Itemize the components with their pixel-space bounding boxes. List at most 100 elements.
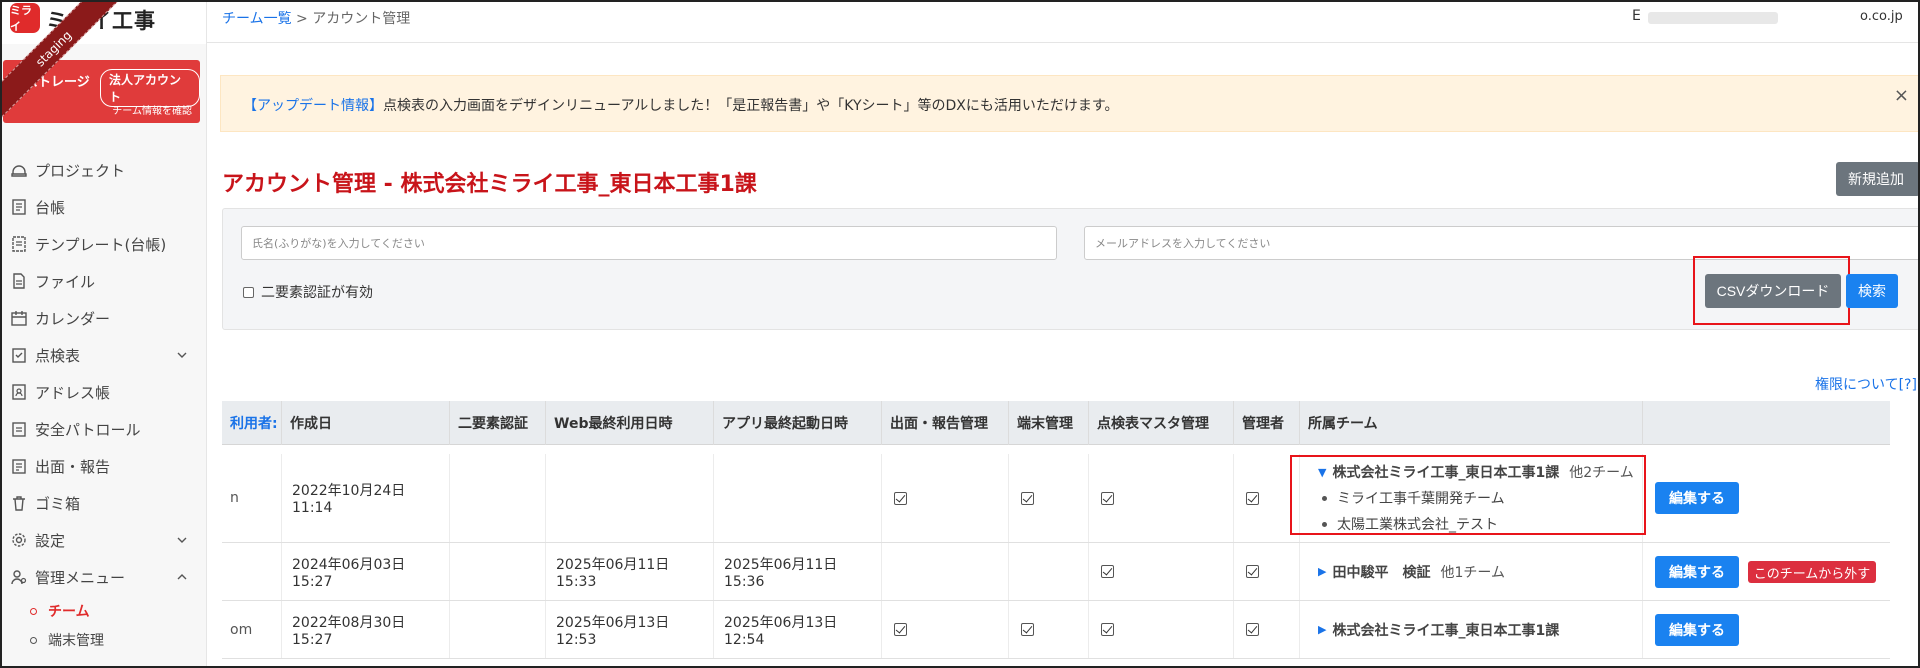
table-header-row: 利用者: 作成日 二要素認証 Web最終利用日時 アプリ最終起動日時 出面・報告…: [222, 401, 1890, 445]
sidebar-item-label: 出面・報告: [35, 457, 111, 476]
sidebar-item-checklist[interactable]: 点検表: [0, 340, 206, 370]
breadcrumb-team-list-link[interactable]: チーム一覧: [222, 11, 292, 27]
breadcrumb-current: アカウント管理: [312, 11, 411, 27]
team-main-name: 株式会社ミライ工事_東日本工事1課: [1332, 622, 1560, 639]
web-last-cell: 2025年06月11日 15:33: [546, 543, 714, 600]
add-new-button[interactable]: 新規追加: [1836, 162, 1920, 196]
app-logo-icon: ミライ: [10, 3, 40, 33]
file-icon: [13, 273, 25, 289]
sidebar-item-label: ファイル: [35, 272, 96, 291]
checked-icon: [1101, 491, 1114, 505]
edit-button[interactable]: 編集する: [1655, 614, 1739, 646]
sidebar-subitem-device-management[interactable]: 端末管理: [0, 627, 206, 653]
user-cell: om: [222, 601, 282, 658]
email-search-input[interactable]: メールアドレスを入力してください: [1084, 226, 1920, 260]
checked-icon: [1021, 491, 1034, 505]
sidebar-item-trash[interactable]: ゴミ箱: [0, 488, 206, 518]
sidebar-subitem-label: チーム: [48, 604, 90, 620]
column-header-created: 作成日: [282, 401, 450, 445]
twofa-filter-checkbox[interactable]: 二要素認証が有効: [243, 282, 373, 302]
column-header-web-last: Web最終利用日時: [546, 401, 714, 445]
column-header-device-mgmt: 端末管理: [1009, 401, 1089, 445]
sidebar-subitem-label: 端末管理: [48, 633, 104, 649]
checked-icon: [894, 491, 907, 505]
team-info-link[interactable]: チーム情報を確認: [112, 102, 192, 117]
address-book-icon: [12, 384, 26, 400]
chevron-down-icon[interactable]: [175, 533, 189, 547]
created-cell: 2024年06月03日 15:27: [282, 543, 450, 600]
sidebar-item-label: カレンダー: [35, 309, 111, 328]
twofa-cell: [450, 601, 546, 658]
checklist-master-cell: [1089, 601, 1234, 658]
sidebar-item-admin-menu[interactable]: 管理メニュー: [0, 562, 206, 592]
calendar-icon: [11, 311, 27, 326]
column-header-admin: 管理者: [1234, 401, 1300, 445]
permissions-help-link[interactable]: 権限について[?]: [1815, 374, 1917, 394]
report-mgmt-cell: [882, 601, 1009, 658]
device-mgmt-cell: [1009, 601, 1089, 658]
safety-patrol-icon: [12, 422, 26, 437]
caret-right-icon: ▶: [1318, 565, 1327, 578]
sidebar-item-report[interactable]: 出面・報告: [0, 451, 206, 481]
actions-cell: 編集する このチームから外す: [1643, 543, 1890, 600]
breadcrumb: チーム一覧 > アカウント管理: [222, 8, 410, 28]
sidebar-item-label: 管理メニュー: [35, 568, 126, 587]
sidebar-item-project[interactable]: プロジェクト: [0, 155, 206, 185]
bullet-icon: [30, 636, 37, 644]
app-last-cell: 2025年06月13日 12:54: [714, 601, 882, 658]
sidebar-subitem-team[interactable]: チーム: [0, 598, 206, 624]
app-last-cell: [714, 454, 882, 542]
edit-button[interactable]: 編集する: [1655, 482, 1739, 514]
csv-download-button[interactable]: CSVダウンロード: [1705, 274, 1841, 308]
sidebar-item-label: 設定: [35, 531, 66, 550]
report-mgmt-cell: [882, 454, 1009, 542]
chevron-up-icon[interactable]: [175, 570, 189, 584]
checked-icon: [894, 623, 907, 636]
remove-from-team-button[interactable]: このチームから外す: [1748, 561, 1876, 583]
trash-icon: [13, 496, 25, 511]
sidebar: ミライ ミライ工事 staging ストレージ 法人アカウント チーム情報を確認…: [0, 0, 207, 668]
checked-icon: [1101, 565, 1114, 578]
header-user-menu[interactable]: o.co.jp: [1860, 9, 1903, 24]
gear-icon: [12, 533, 26, 547]
sidebar-item-file[interactable]: ファイル: [0, 266, 206, 296]
twofa-cell: [450, 454, 546, 542]
team-toggle[interactable]: ▶ 株式会社ミライ工事_東日本工事1課: [1318, 620, 1569, 640]
sidebar-item-ledger[interactable]: 台帳: [0, 192, 206, 222]
update-alert: 【アップデート情報】点検表の入力画面をデザインリニューアルしました！「是正報告書…: [220, 75, 1920, 132]
user-cell: [222, 543, 282, 600]
alert-message: 【アップデート情報】点検表の入力画面をデザインリニューアルしました！「是正報告書…: [243, 95, 1119, 115]
admin-cell: [1234, 543, 1300, 600]
template-icon: [12, 236, 26, 252]
sidebar-item-address-book[interactable]: アドレス帳: [0, 377, 206, 407]
table-row: om 2022年08月30日 15:27 2025年06月13日 12:53 2…: [222, 601, 1890, 659]
column-header-report-mgmt: 出面・報告管理: [882, 401, 1009, 445]
sidebar-item-label: 安全パトロール: [35, 420, 141, 439]
search-button[interactable]: 検索: [1846, 274, 1898, 308]
created-cell: 2022年10月24日 11:14: [282, 454, 450, 542]
alert-update-link[interactable]: 【アップデート情報】: [243, 98, 383, 114]
search-panel: 氏名(ふりがな)を入力してください メールアドレスを入力してください 二要素認証…: [222, 208, 1920, 330]
user-cell: n: [222, 454, 282, 542]
name-search-input[interactable]: 氏名(ふりがな)を入力してください: [241, 226, 1057, 260]
checkbox-icon[interactable]: [243, 286, 254, 298]
checked-icon: [1246, 491, 1259, 505]
sidebar-item-label: 点検表: [35, 346, 81, 365]
checked-icon: [1246, 623, 1259, 636]
close-icon[interactable]: ×: [1894, 85, 1909, 106]
checklist-master-cell: [1089, 454, 1234, 542]
breadcrumb-separator: >: [296, 11, 308, 27]
chevron-down-icon[interactable]: [175, 348, 189, 362]
sidebar-item-settings[interactable]: 設定: [0, 525, 206, 555]
sidebar-item-template[interactable]: テンプレート(台帳): [0, 229, 206, 259]
device-mgmt-cell: [1009, 543, 1089, 600]
edit-button[interactable]: 編集する: [1655, 556, 1739, 588]
app-last-cell: 2025年06月11日 15:36: [714, 543, 882, 600]
team-toggle[interactable]: ▶ 田中駿平 検証 他1チーム: [1318, 562, 1505, 582]
column-header-actions: [1643, 401, 1890, 445]
admin-cell: [1234, 601, 1300, 658]
sidebar-item-calendar[interactable]: カレンダー: [0, 303, 206, 333]
header-user-initial: E: [1632, 8, 1641, 24]
actions-cell: 編集する: [1643, 601, 1890, 658]
sidebar-item-safety-patrol[interactable]: 安全パトロール: [0, 414, 206, 444]
